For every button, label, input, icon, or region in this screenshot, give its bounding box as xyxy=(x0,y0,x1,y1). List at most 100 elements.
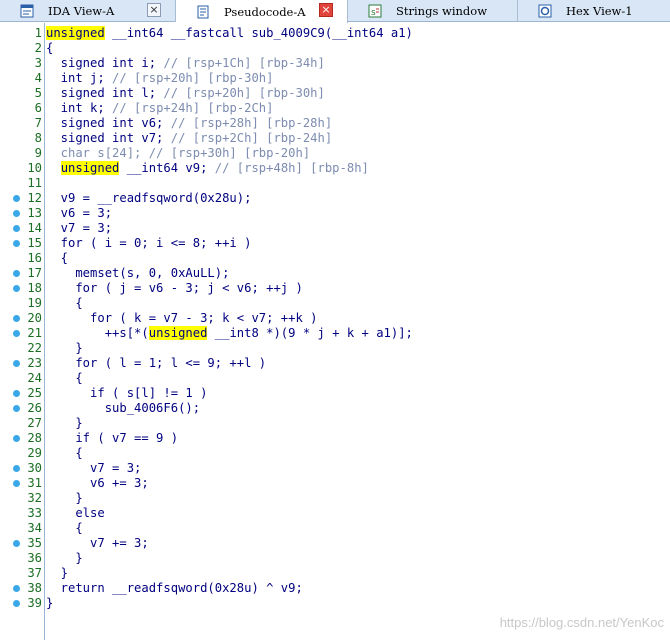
tab-hex-view-1[interactable]: Hex View-1 xyxy=(518,0,670,22)
line-number: 14 xyxy=(27,221,42,235)
code-text: } xyxy=(46,551,82,566)
breakpoint-dot-icon[interactable] xyxy=(13,315,20,322)
code-line[interactable]: 26 sub_4006F6(); xyxy=(0,401,670,416)
code-line[interactable]: 33 else xyxy=(0,506,670,521)
code-token: { xyxy=(46,296,83,310)
code-line[interactable]: 28 if ( v7 == 9 ) xyxy=(0,431,670,446)
tab-pseudocode-a[interactable]: Pseudocode-A × xyxy=(176,0,348,23)
breakpoint-dot-icon[interactable] xyxy=(13,540,20,547)
code-line[interactable]: 10 unsigned __int64 v9; // [rsp+48h] [rb… xyxy=(0,161,670,176)
code-comment: // [rsp+28h] [rbp-28h] xyxy=(170,116,333,130)
code-text: v9 = __readfsqword(0x28u); xyxy=(46,191,252,206)
code-line[interactable]: 21 ++s[*(unsigned __int8 *)(9 * j + k + … xyxy=(0,326,670,341)
close-icon[interactable]: × xyxy=(319,3,333,17)
code-text: for ( l = 1; l <= 9; ++l ) xyxy=(46,356,266,371)
code-comment: // [rsp+24h] [rbp-2Ch] xyxy=(112,101,274,115)
breakpoint-dot-icon[interactable] xyxy=(13,405,20,412)
line-number: 29 xyxy=(27,446,42,460)
breakpoint-dot-icon[interactable] xyxy=(13,480,20,487)
line-number: 20 xyxy=(27,311,42,325)
code-line[interactable]: 31 v6 += 3; xyxy=(0,476,670,491)
code-token: } xyxy=(46,566,69,580)
code-line[interactable]: 11 xyxy=(0,176,670,191)
breakpoint-dot-icon[interactable] xyxy=(13,585,20,592)
code-token: v7 = 3; xyxy=(46,461,142,475)
line-number: 19 xyxy=(27,296,42,310)
code-line[interactable]: 15 for ( i = 0; i <= 8; ++i ) xyxy=(0,236,670,251)
code-line[interactable]: 13 v6 = 3; xyxy=(0,206,670,221)
code-line[interactable]: 18 for ( j = v6 - 3; j < v6; ++j ) xyxy=(0,281,670,296)
code-token: sub_4006F6(); xyxy=(46,401,201,415)
code-token: signed int v6; xyxy=(46,116,171,130)
code-line[interactable]: 35 v7 += 3; xyxy=(0,536,670,551)
code-token: } xyxy=(46,416,83,430)
code-line[interactable]: 38 return __readfsqword(0x28u) ^ v9; xyxy=(0,581,670,596)
code-line[interactable]: 32 } xyxy=(0,491,670,506)
code-line[interactable]: 39} xyxy=(0,596,670,611)
code-line[interactable]: 19 { xyxy=(0,296,670,311)
breakpoint-dot-icon[interactable] xyxy=(13,225,20,232)
code-line[interactable]: 3 signed int i; // [rsp+1Ch] [rbp-34h] xyxy=(0,56,670,71)
code-line[interactable]: 2{ xyxy=(0,41,670,56)
code-text: int k; // [rsp+24h] [rbp-2Ch] xyxy=(46,101,274,116)
code-line[interactable]: 24 { xyxy=(0,371,670,386)
breakpoint-dot-icon[interactable] xyxy=(13,210,20,217)
code-token: } xyxy=(46,491,83,505)
breakpoint-dot-icon[interactable] xyxy=(13,390,20,397)
code-line[interactable]: 25 if ( s[l] != 1 ) xyxy=(0,386,670,401)
code-line[interactable]: 8 signed int v7; // [rsp+2Ch] [rbp-24h] xyxy=(0,131,670,146)
ida-view-icon xyxy=(20,4,34,18)
code-line[interactable]: 9 char s[24]; // [rsp+30h] [rbp-20h] xyxy=(0,146,670,161)
code-line[interactable]: 34 { xyxy=(0,521,670,536)
code-line[interactable]: 4 int j; // [rsp+20h] [rbp-30h] xyxy=(0,71,670,86)
code-text: for ( j = v6 - 3; j < v6; ++j ) xyxy=(46,281,302,296)
breakpoint-dot-icon[interactable] xyxy=(13,600,20,607)
breakpoint-dot-icon[interactable] xyxy=(13,465,20,472)
code-line[interactable]: 6 int k; // [rsp+24h] [rbp-2Ch] xyxy=(0,101,670,116)
line-number: 36 xyxy=(27,551,42,565)
code-line[interactable]: 27 } xyxy=(0,416,670,431)
line-number: 28 xyxy=(27,431,42,445)
line-number: 17 xyxy=(27,266,42,280)
code-token: } xyxy=(46,596,54,610)
code-text: v7 = 3; xyxy=(46,461,141,476)
code-line[interactable]: 12 v9 = __readfsqword(0x28u); xyxy=(0,191,670,206)
code-line[interactable]: 5 signed int l; // [rsp+20h] [rbp-30h] xyxy=(0,86,670,101)
code-token: else xyxy=(46,506,105,520)
code-text: else xyxy=(46,506,105,521)
tab-ida-view-a[interactable]: IDA View-A × xyxy=(0,0,176,22)
code-line[interactable]: 30 v7 = 3; xyxy=(0,461,670,476)
breakpoint-dot-icon[interactable] xyxy=(13,270,20,277)
code-line[interactable]: 37 } xyxy=(0,566,670,581)
tab-bar: IDA View-A × Pseudocode-A × s Strings wi… xyxy=(0,0,670,23)
breakpoint-dot-icon[interactable] xyxy=(13,330,20,337)
breakpoint-dot-icon[interactable] xyxy=(13,240,20,247)
line-number: 4 xyxy=(34,71,42,85)
code-line[interactable]: 7 signed int v6; // [rsp+28h] [rbp-28h] xyxy=(0,116,670,131)
close-icon[interactable]: × xyxy=(147,3,161,17)
breakpoint-dot-icon[interactable] xyxy=(13,435,20,442)
line-number: 1 xyxy=(34,26,42,40)
code-line[interactable]: 14 v7 = 3; xyxy=(0,221,670,236)
code-line[interactable]: 23 for ( l = 1; l <= 9; ++l ) xyxy=(0,356,670,371)
code-line[interactable]: 16 { xyxy=(0,251,670,266)
code-line[interactable]: 1 unsigned __int64 __fastcall sub_4009C9(… xyxy=(0,26,670,41)
code-line[interactable]: 29 { xyxy=(0,446,670,461)
code-line[interactable]: 36 } xyxy=(0,551,670,566)
tab-strings-window[interactable]: s Strings window xyxy=(348,0,518,22)
pseudocode-editor[interactable]: 1 unsigned __int64 __fastcall sub_4009C9(… xyxy=(0,23,670,640)
code-text: } xyxy=(46,596,53,611)
code-text: unsigned __int64 v9; // [rsp+48h] [rbp-8… xyxy=(46,161,369,176)
code-token: for ( l = 1; l <= 9; ++l ) xyxy=(46,356,267,370)
code-line[interactable]: 17 memset(s, 0, 0xAuLL); xyxy=(0,266,670,281)
code-line[interactable]: 22 } xyxy=(0,341,670,356)
line-number: 12 xyxy=(27,191,42,205)
breakpoint-dot-icon[interactable] xyxy=(13,285,20,292)
code-token: v6 = 3; xyxy=(46,206,113,220)
code-line[interactable]: 20 for ( k = v7 - 3; k < v7; ++k ) xyxy=(0,311,670,326)
code-text: { xyxy=(46,371,82,386)
line-number: 37 xyxy=(27,566,42,580)
code-text: } xyxy=(46,566,68,581)
breakpoint-dot-icon[interactable] xyxy=(13,360,20,367)
breakpoint-dot-icon[interactable] xyxy=(13,195,20,202)
